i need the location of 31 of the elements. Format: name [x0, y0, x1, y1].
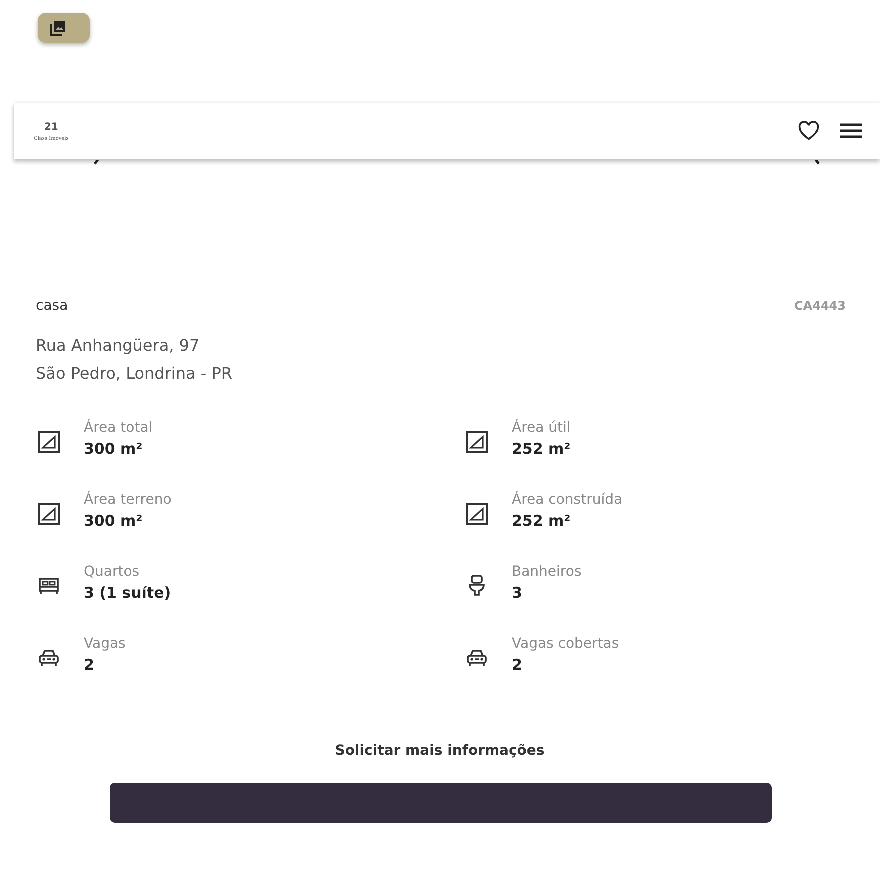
chevron-left-icon[interactable] [92, 160, 100, 165]
contact-heading: Solicitar mais informações [334, 743, 546, 759]
area-icon [36, 502, 62, 524]
feature-value: 2 [512, 654, 524, 676]
feature-label: Banheiros [512, 562, 582, 582]
menu-icon[interactable] [840, 123, 862, 139]
feature-label: Quartos [84, 562, 141, 582]
feature-label: Vagas [84, 634, 126, 654]
feature-label: Área construída [512, 490, 623, 510]
area-icon [464, 430, 490, 452]
gallery-button[interactable] [38, 13, 90, 43]
photos-icon [50, 20, 66, 36]
area-icon [464, 502, 490, 524]
area-icon [36, 430, 62, 452]
feature-label: Área útil [512, 418, 571, 438]
address-line: Rua Anhangüera, 97 [36, 335, 201, 357]
feature-value: 300 m² [84, 510, 144, 532]
address-line: São Pedro, Londrina - PR [36, 363, 234, 385]
heart-icon[interactable] [798, 121, 820, 141]
feature-value: 2 [84, 654, 96, 676]
feature-value: 3 [512, 582, 524, 604]
listing-code: CA4443 [794, 299, 846, 313]
feature-label: Área terreno [84, 490, 172, 510]
feature-value: 252 m² [512, 510, 572, 532]
chevron-right-icon[interactable] [814, 160, 822, 165]
feature-label: Vagas cobertas [512, 634, 620, 654]
feature-value: 300 m² [84, 438, 144, 460]
property-type: casa [36, 298, 68, 314]
feature-value: 3 (1 suíte) [84, 582, 172, 604]
feature-label: Área total [84, 418, 153, 438]
feature-value: 252 m² [512, 438, 571, 460]
